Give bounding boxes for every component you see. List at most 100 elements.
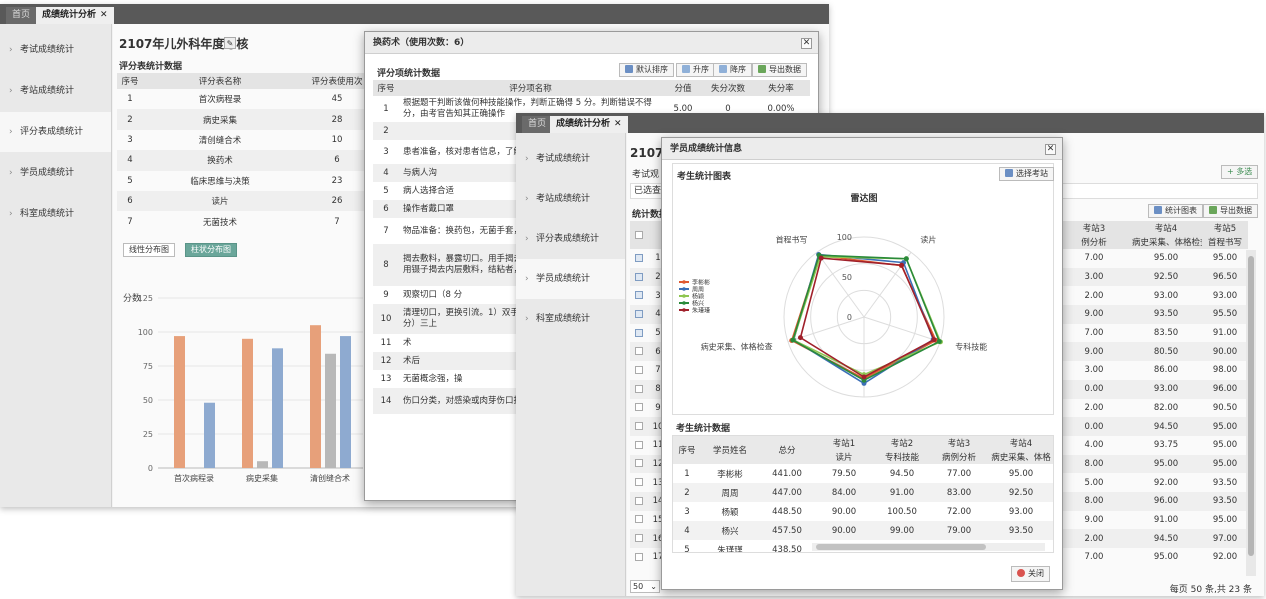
sidebar-item-exam-stats[interactable]: 考试成绩统计 [0,30,111,70]
table-row[interactable]: 7 无菌技术 7 [117,211,377,232]
legend-label: 杨颖 [692,293,704,301]
table-row[interactable]: 4 杨兴 457.50 90.00 99.00 79.00 93.50 [673,521,1053,540]
checkbox-cell[interactable] [630,249,648,268]
table-row[interactable]: 1 李彬彬 441.00 79.50 94.50 77.00 95.00 [673,464,1053,483]
row-checkbox[interactable] [635,253,643,262]
bar [272,348,283,468]
cell-station4: 95.00 [1008,468,1034,479]
multi-select-button[interactable]: + 多选 [1221,165,1259,179]
sidebar-item-scoresheet-stats[interactable]: 评分表成绩统计 [0,112,111,152]
sidebar-item-department-stats[interactable]: 科室成绩统计 [516,299,625,339]
col-header: 学员姓名 [712,446,747,456]
cell-name: 换药术 [207,156,233,167]
row-checkbox[interactable] [635,384,643,393]
checkbox-cell[interactable] [630,305,648,324]
sidebar-item-department-stats[interactable]: 科室成绩统计 [0,194,111,234]
ascending-button[interactable]: 升序 [676,63,715,77]
cell-station3: 72.00 [946,506,972,517]
sidebar-item-student-stats[interactable]: 学员成绩统计 [516,259,625,299]
select-station-button[interactable]: 选择考站 [999,167,1054,181]
checkbox-cell[interactable] [630,473,648,492]
tab-home[interactable]: 首页 [522,116,553,133]
row-checkbox[interactable] [635,403,643,412]
checkbox-cell[interactable] [630,548,648,567]
stats-chart-button[interactable]: 统计图表 [1148,204,1203,218]
row-checkbox[interactable] [635,515,643,524]
checkbox-cell[interactable] [630,529,648,548]
checkbox-cell[interactable] [630,380,648,399]
row-checkbox[interactable] [635,422,643,431]
sidebar-item-station-stats[interactable]: 考站成绩统计 [516,179,625,219]
close-icon[interactable]: ✕ [1045,144,1056,155]
row-checkbox[interactable] [635,534,643,543]
default-sort-button[interactable]: 默认排序 [619,63,674,77]
row-checkbox[interactable] [635,309,643,318]
table-row[interactable]: 1 首次病程录 45 [117,89,377,110]
checkbox-cell[interactable] [630,342,648,361]
checkbox-cell[interactable] [630,417,648,436]
checkbox-cell[interactable] [630,399,648,418]
line-distribution-button[interactable]: 线性分布图 [123,243,175,257]
checkbox-cell[interactable] [630,436,648,455]
row-checkbox[interactable] [635,552,643,561]
page-size-value: 50 [633,582,644,591]
table-row[interactable]: 2 周周 447.00 84.00 91.00 83.00 92.50 [673,483,1053,502]
checkbox-cell[interactable] [630,268,648,287]
row-checkbox[interactable] [635,459,643,468]
sidebar-item-student-stats[interactable]: 学员成绩统计 [0,153,111,193]
cell-station2: 91.00 [889,487,915,498]
cell-score: 2.00 [1084,402,1104,413]
sidebar-item-exam-stats[interactable]: 考试成绩统计 [516,139,625,179]
table-row[interactable]: 3 清创缝合术 10 [117,129,377,151]
scrollbar-thumb[interactable] [1248,256,1254,556]
select-all-checkbox[interactable] [635,230,643,239]
descending-button[interactable]: 降序 [713,63,752,77]
student-data-table: 序号 学员姓名 总分 考站1 考站2 考站3 考站4 读片 专科技能 病例分析 病史采集、体格 1 李… [673,436,1053,552]
row-checkbox[interactable] [635,328,643,337]
table-row[interactable]: 2 病史采集 28 [117,109,377,130]
table-row[interactable]: 6 读片 26 [117,190,377,212]
row-checkbox[interactable] [635,291,643,300]
checkbox-cell[interactable] [630,492,648,511]
export-data-button[interactable]: 导出数据 [752,63,807,77]
close-tab-icon[interactable]: ✕ [100,10,108,20]
sidebar-item-scoresheet-stats[interactable]: 评分表成绩统计 [516,219,625,259]
row-checkbox[interactable] [635,272,643,281]
scrollbar-thumb[interactable] [816,544,986,550]
checkbox-cell[interactable] [630,324,648,343]
tab-home[interactable]: 首页 [6,7,37,24]
scrollbar[interactable] [1246,250,1256,576]
close-tab-icon[interactable]: ✕ [614,119,622,129]
col-station-top: 考站4 [1009,439,1033,449]
row-checkbox[interactable] [635,478,643,487]
cell-no: 2 [127,114,133,125]
checkbox-cell[interactable] [630,511,648,530]
bar [242,338,253,468]
arrow-up-icon [682,65,690,73]
axis-label: 专科技能 [955,342,987,352]
page-size-select[interactable]: 50 ⌄ [630,580,660,593]
row-checkbox[interactable] [635,347,643,356]
table-row[interactable]: 3 杨颖 448.50 90.00 100.50 72.00 93.00 [673,502,1053,521]
bar-distribution-button[interactable]: 柱状分布图 [185,243,237,257]
tab-score-analysis[interactable]: 成绩统计分析 ✕ [550,116,628,133]
checkbox-cell[interactable] [630,361,648,380]
cell-score: 94.50 [1153,533,1179,544]
row-checkbox[interactable] [635,496,643,505]
table-row[interactable]: 4 换药术 6 [117,150,377,171]
tab-score-analysis[interactable]: 成绩统计分析 ✕ [36,7,114,24]
row-checkbox[interactable] [635,365,643,374]
edit-icon[interactable]: ✎ [224,37,236,49]
table-row[interactable]: 5 临床思维与决策 23 [117,170,377,191]
cell-total: 448.50 [772,506,802,517]
sidebar-item-station-stats[interactable]: 考站成绩统计 [0,71,111,111]
checkbox-cell[interactable] [630,455,648,474]
export-data-button[interactable]: 导出数据 [1203,204,1258,218]
header-checkbox-cell[interactable] [630,221,648,249]
row-checkbox[interactable] [635,440,643,449]
close-icon[interactable]: ✕ [801,38,812,49]
cell-score: 90.50 [1212,402,1238,413]
close-button[interactable]: 关闭 [1011,566,1050,582]
checkbox-cell[interactable] [630,286,648,305]
horizontal-scrollbar[interactable] [812,543,1045,551]
